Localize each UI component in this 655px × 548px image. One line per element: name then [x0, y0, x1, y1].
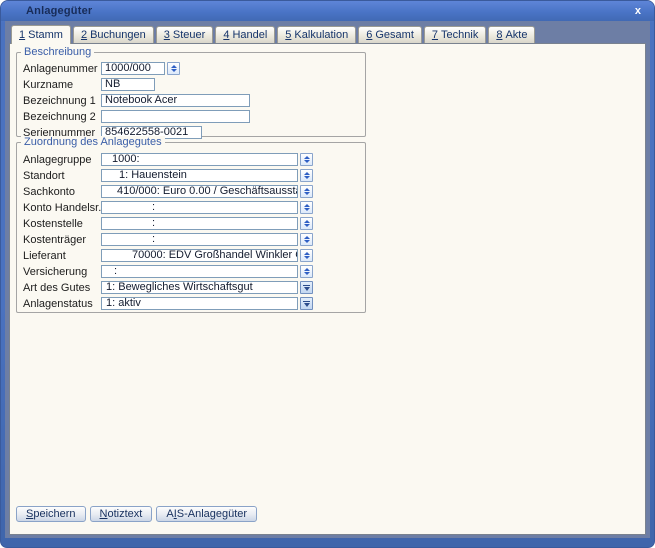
speichern-button[interactable]: Speichern — [16, 506, 86, 522]
field-label: Standort — [23, 170, 101, 182]
form-row: Bezeichnung 2 — [23, 110, 365, 123]
anlagegueter-window: Anlagegüter x 1Stamm 2Buchungen 3Steuer … — [0, 0, 655, 548]
field-label: Bezeichnung 1 — [23, 95, 101, 107]
field-label: Anlagenummer — [23, 63, 101, 75]
group-beschreibung: Beschreibung Anlagenummer 1000/000 Kurzn… — [16, 52, 366, 137]
anlagenummer-input[interactable]: 1000/000 — [101, 62, 165, 75]
standort-input[interactable]: 1: Hauenstein — [101, 169, 298, 182]
form-row: Art des Gutes 1: Bewegliches Wirtschafts… — [23, 281, 365, 294]
form-row: Kurzname NB — [23, 78, 365, 91]
art-des-gutes-dropdown-icon[interactable] — [300, 281, 313, 294]
tab-stamm[interactable]: 1Stamm — [11, 25, 71, 44]
tab-technik[interactable]: 7Technik — [424, 26, 486, 43]
group-legend: Zuordnung des Anlagegutes — [21, 136, 165, 149]
bezeichnung1-input[interactable]: Notebook Acer — [101, 94, 250, 107]
form-row: Anlagenummer 1000/000 — [23, 62, 365, 75]
notiztext-button[interactable]: Notiztext — [90, 506, 153, 522]
kurzname-input[interactable]: NB — [101, 78, 155, 91]
tab-label: Kalkulation — [294, 29, 348, 41]
lieferant-spinner-icon[interactable] — [300, 249, 313, 262]
tab-label: Technik — [441, 29, 478, 41]
form-row: Kostenträger : — [23, 233, 365, 246]
ais-anlagegueter-button[interactable]: AIS-Anlagegüter — [156, 506, 257, 522]
form-row: Standort 1: Hauenstein — [23, 169, 365, 182]
standort-spinner-icon[interactable] — [300, 169, 313, 182]
bezeichnung2-input[interactable] — [101, 110, 250, 123]
group-zuordnung: Zuordnung des Anlagegutes Anlagegruppe 1… — [16, 142, 366, 313]
form-row: Kostenstelle : — [23, 217, 365, 230]
art-des-gutes-select[interactable]: 1: Bewegliches Wirtschaftsgut — [101, 281, 298, 294]
field-label: Kostenträger — [23, 234, 101, 246]
field-label: Art des Gutes — [23, 282, 101, 294]
close-icon[interactable]: x — [635, 3, 641, 19]
versicherung-spinner-icon[interactable] — [300, 265, 313, 278]
tab-kalkulation[interactable]: 5Kalkulation — [277, 26, 356, 43]
window-title: Anlagegüter — [26, 5, 92, 17]
tab-page-stamm: Beschreibung Anlagenummer 1000/000 Kurzn… — [9, 43, 646, 535]
kostentraeger-input[interactable]: : — [101, 233, 298, 246]
tab-label: Stamm — [28, 29, 63, 41]
field-label: Kurzname — [23, 79, 101, 91]
tab-label: Buchungen — [90, 29, 146, 41]
tab-label: Gesamt — [375, 29, 414, 41]
group-legend: Beschreibung — [21, 46, 94, 59]
field-label: Versicherung — [23, 266, 101, 278]
sachkonto-spinner-icon[interactable] — [300, 185, 313, 198]
kostenstelle-input[interactable]: : — [101, 217, 298, 230]
kostenstelle-spinner-icon[interactable] — [300, 217, 313, 230]
field-label: Konto Handelsr. — [23, 202, 101, 214]
konto-handelsr-spinner-icon[interactable] — [300, 201, 313, 214]
tab-label: Steuer — [173, 29, 205, 41]
field-label: Sachkonto — [23, 186, 101, 198]
konto-handelsr-input[interactable]: : — [101, 201, 298, 214]
tab-handel[interactable]: 4Handel — [215, 26, 275, 43]
titlebar[interactable]: Anlagegüter x — [1, 1, 654, 21]
sachkonto-input[interactable]: 410/000: Euro 0.00 / Geschäftsausstattun… — [101, 185, 298, 198]
tab-label: Akte — [505, 29, 527, 41]
field-label: Lieferant — [23, 250, 101, 262]
kostentraeger-spinner-icon[interactable] — [300, 233, 313, 246]
form-row: Versicherung : — [23, 265, 365, 278]
tab-steuer[interactable]: 3Steuer — [156, 26, 214, 43]
field-label: Anlagenstatus — [23, 298, 101, 310]
anlagegruppe-spinner-icon[interactable] — [300, 153, 313, 166]
form-row: Konto Handelsr. : — [23, 201, 365, 214]
versicherung-input[interactable]: : — [101, 265, 298, 278]
button-row: Speichern Notiztext AIS-Anlagegüter — [16, 506, 261, 522]
tab-akte[interactable]: 8Akte — [488, 26, 535, 43]
form-row: Sachkonto 410/000: Euro 0.00 / Geschäfts… — [23, 185, 365, 198]
form-row: Bezeichnung 1 Notebook Acer — [23, 94, 365, 107]
tab-buchungen[interactable]: 2Buchungen — [73, 26, 154, 43]
form-row: Anlagegruppe 1000: — [23, 153, 365, 166]
tab-label: Handel — [232, 29, 267, 41]
anlagegruppe-input[interactable]: 1000: — [101, 153, 298, 166]
form-row: Anlagenstatus 1: aktiv — [23, 297, 365, 310]
window-body: 1Stamm 2Buchungen 3Steuer 4Handel 5Kalku… — [5, 21, 650, 538]
anlagenstatus-dropdown-icon[interactable] — [300, 297, 313, 310]
anlagenstatus-select[interactable]: 1: aktiv — [101, 297, 298, 310]
form-row: Lieferant 70000: EDV Großhandel Winkler … — [23, 249, 365, 262]
field-label: Anlagegruppe — [23, 154, 101, 166]
field-label: Kostenstelle — [23, 218, 101, 230]
tab-bar: 1Stamm 2Buchungen 3Steuer 4Handel 5Kalku… — [9, 21, 646, 43]
field-label: Bezeichnung 2 — [23, 111, 101, 123]
lieferant-input[interactable]: 70000: EDV Großhandel Winkler GmbH — [101, 249, 298, 262]
tab-gesamt[interactable]: 6Gesamt — [358, 26, 422, 43]
anlagenummer-spinner-icon[interactable] — [167, 62, 180, 75]
